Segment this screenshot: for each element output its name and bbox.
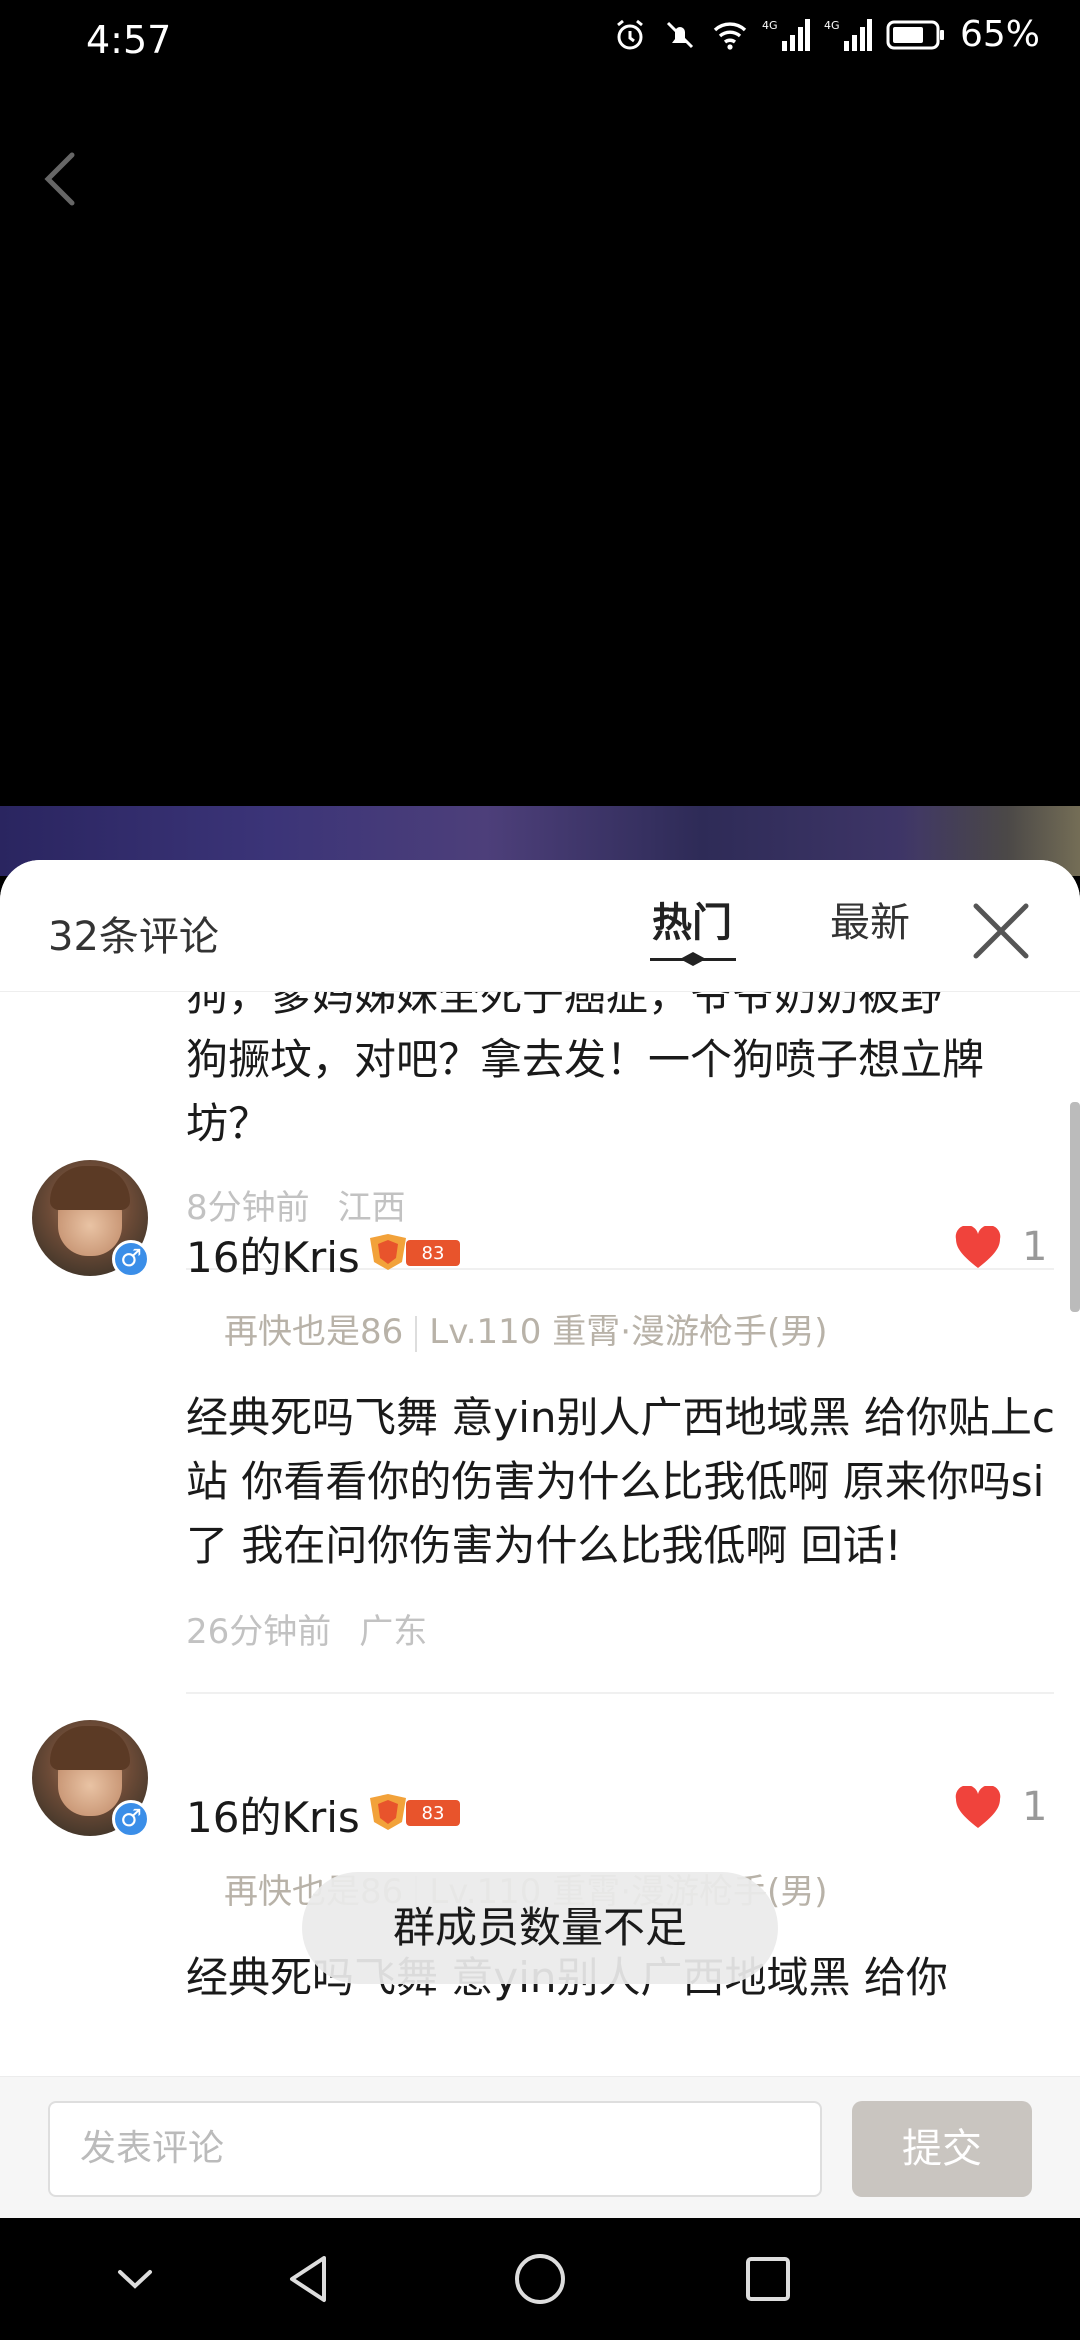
comment-sheet: 32条评论 热门 最新 狗，爹妈姊妹全死于癌症，爷爷奶奶被野 狗撅坟，对吧？拿去…	[0, 860, 1080, 2218]
badge-number: 83	[422, 1803, 445, 1824]
comment-count: 32条评论	[48, 914, 219, 960]
game-detail: Lv.110 重霄·漫游枪手(男)	[429, 1312, 828, 1352]
wifi-icon	[713, 21, 747, 50]
svg-text:4G: 4G	[824, 19, 840, 32]
status-time: 4:57	[86, 18, 172, 62]
back-triangle-icon[interactable]	[274, 2244, 344, 2314]
comment-time: 8分钟前	[186, 1188, 310, 1228]
level-badge-icon: 83	[370, 1794, 460, 1830]
signal-4g-icon: 4G	[762, 18, 810, 51]
heart-icon[interactable]	[954, 1786, 1002, 1830]
game-nickname: 再快也是86	[224, 1312, 404, 1352]
comment-location: 广东	[359, 1612, 428, 1652]
username[interactable]: 16的Kris	[186, 1784, 360, 1845]
submit-button[interactable]: 提交	[852, 2101, 1032, 2197]
comment-input-bar: 发表评论 提交	[0, 2076, 1080, 2218]
heart-icon[interactable]	[954, 1226, 1002, 1270]
comment-text: 狗撅坟，对吧？拿去发！一个狗喷子想立牌坊？	[186, 1035, 985, 1148]
avatar[interactable]: ♂	[32, 1720, 150, 1838]
tab-new[interactable]: 最新	[830, 890, 910, 948]
comment-text-partial-line: 狗，爹妈姊妹全死于癌症，爷爷奶奶被野	[186, 992, 943, 1020]
game-info: 再快也是86 Lv.110 重霄·漫游枪手(男)	[224, 1304, 828, 1353]
comment-meta: 26分钟前 广东	[186, 1604, 427, 1653]
separator	[415, 1315, 418, 1352]
chevron-left-icon[interactable]	[30, 139, 90, 219]
like-count: 1	[1022, 1224, 1048, 1270]
status-icons: 4G 4G 65%	[612, 14, 1040, 55]
home-circle-icon[interactable]	[505, 2244, 575, 2314]
sheet-header: 32条评论 热门 最新	[0, 860, 1080, 992]
comment-text: 经典死吗飞舞 意yin别人广西地域黑 给你贴上c站 你看看你的伤害为什么比我低啊…	[186, 1393, 1055, 1570]
recents-square-icon[interactable]	[733, 2244, 803, 2314]
tab-hot[interactable]: 热门	[652, 890, 732, 948]
male-gender-icon: ♂	[112, 1240, 150, 1278]
male-gender-icon: ♂	[112, 1800, 150, 1838]
comment-meta: 8分钟前 江西	[186, 1180, 406, 1229]
chevron-down-icon[interactable]	[100, 2244, 170, 2314]
like-count: 1	[1022, 1784, 1048, 1830]
badge-number: 83	[422, 1243, 445, 1264]
close-icon[interactable]	[966, 896, 1036, 966]
system-nav-bar	[0, 2218, 1080, 2340]
alarm-icon	[617, 19, 643, 49]
comment-list[interactable]: 狗，爹妈姊妹全死于癌症，爷爷奶奶被野 狗撅坟，对吧？拿去发！一个狗喷子想立牌坊？…	[0, 992, 1080, 2218]
comment-input[interactable]: 发表评论	[48, 2101, 822, 2197]
battery-icon	[886, 20, 944, 49]
level-badge-icon: 83	[370, 1234, 460, 1270]
comment-location: 江西	[337, 1188, 406, 1228]
battery-percent: 65%	[959, 14, 1040, 55]
video-player[interactable]	[0, 84, 1080, 810]
comment-time: 26分钟前	[186, 1612, 332, 1652]
username[interactable]: 16的Kris	[186, 1224, 360, 1285]
tab-active-indicator	[650, 952, 736, 966]
divider	[186, 1692, 1054, 1694]
signal-4g-icon: 4G	[824, 18, 872, 51]
svg-text:4G: 4G	[762, 19, 778, 32]
avatar[interactable]: ♂	[32, 1160, 150, 1278]
mute-icon	[666, 21, 694, 48]
scrollbar[interactable]	[1070, 1102, 1080, 1312]
toast-message: 群成员数量不足	[302, 1872, 778, 1984]
status-bar: 4:57 4G 4G 65%	[0, 0, 1080, 84]
